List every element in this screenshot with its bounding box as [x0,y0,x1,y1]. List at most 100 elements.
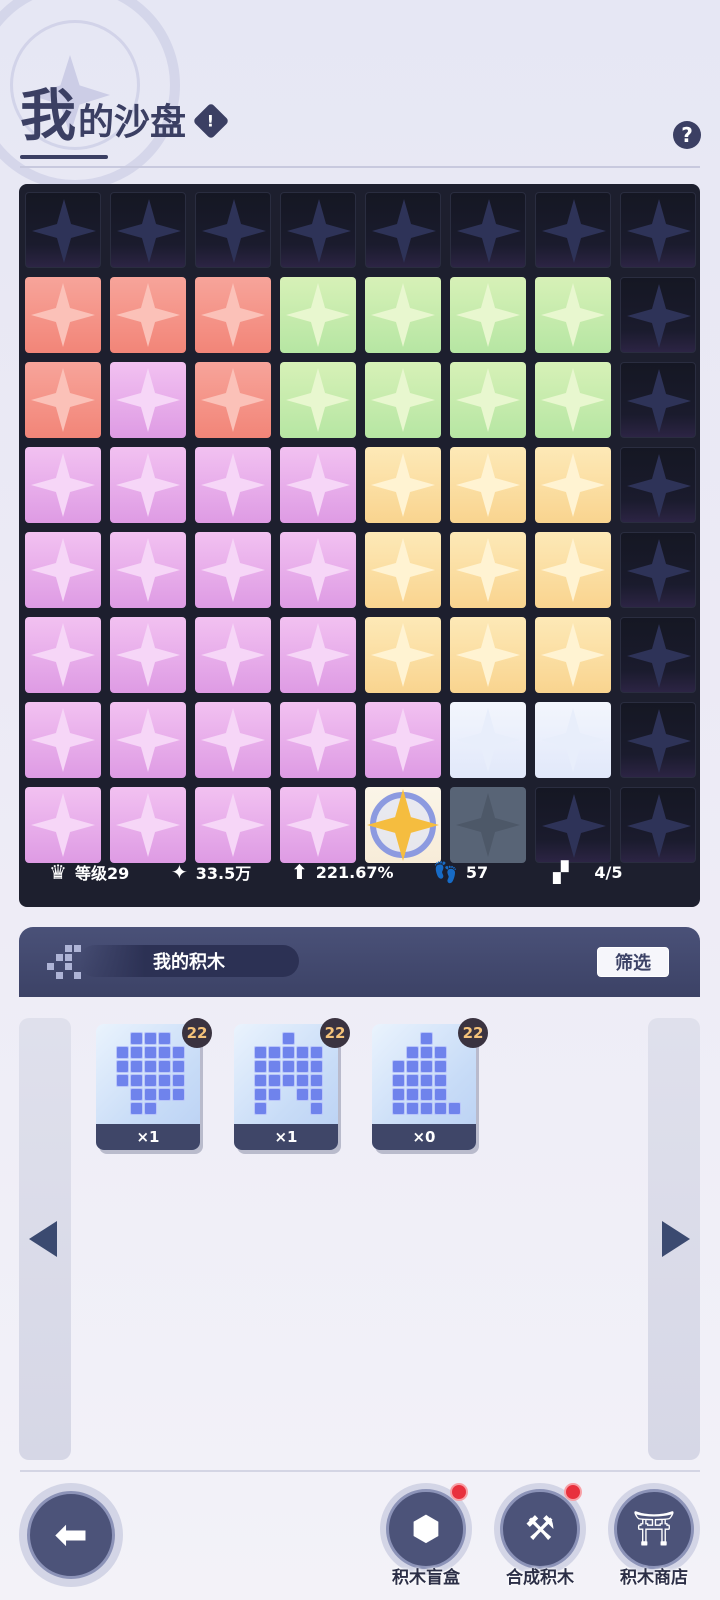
star-icon [456,453,520,517]
board-cell-purple[interactable] [25,617,101,693]
block-piece-cell [310,1046,323,1059]
sandbox-board[interactable]: ♛ 等级29 ✦ 33.5万 ⬆ 221.67% 👣 57 ▞ 4/5 [19,184,700,907]
board-cell-green[interactable] [280,362,356,438]
board-cell-red[interactable] [25,277,101,353]
board-cell-purple[interactable] [280,617,356,693]
block-piece-cell [282,1074,295,1087]
blind-box-button[interactable]: ⬢ 积木盲盒 [380,1483,472,1588]
board-cell-dark[interactable] [620,192,696,268]
board-cell-purple[interactable] [110,702,186,778]
board-cell-yellow[interactable] [535,532,611,608]
board-cell-red[interactable] [195,277,271,353]
board-cell-dark[interactable] [110,192,186,268]
board-cell-dark[interactable] [280,192,356,268]
board-cell-dark[interactable] [535,192,611,268]
star-icon [456,283,520,347]
board-cell-yellow[interactable] [450,447,526,523]
shop-button[interactable]: ⛩ 积木商店 [608,1483,700,1588]
star-icon [117,199,181,263]
board-cell-purple[interactable] [195,532,271,608]
board-cell-green[interactable] [280,277,356,353]
block-piece-cell [434,1060,447,1073]
board-cell-white[interactable] [535,702,611,778]
board-cell-dark[interactable] [620,277,696,353]
board-cell-green[interactable] [535,277,611,353]
board-cell-dark[interactable] [620,702,696,778]
board-cell-purple[interactable] [110,362,186,438]
board-cell-purple[interactable] [25,447,101,523]
board-cell-green[interactable] [365,362,441,438]
scroll-left-button[interactable] [19,1018,71,1460]
board-cell-purple[interactable] [280,532,356,608]
block-piece-cell [434,1088,447,1101]
board-cell-purple[interactable] [280,702,356,778]
block-piece-cell [144,1074,157,1087]
board-cell-purple[interactable] [25,532,101,608]
block-card[interactable]: ×0 22 [372,1018,492,1158]
board-cell-yellow[interactable] [535,447,611,523]
block-piece-cell [406,1060,419,1073]
star-icon [201,368,265,432]
board-cell-purple[interactable] [280,447,356,523]
board-cell-purple[interactable] [195,447,271,523]
cube-icon: ⬢ [386,1489,466,1569]
board-cell-purple[interactable] [25,702,101,778]
back-button[interactable]: ⬅ [19,1483,123,1587]
star-icon [541,538,605,602]
star-icon [201,283,265,347]
board-cell-purple[interactable] [195,617,271,693]
star-icon [456,538,520,602]
board-cell-red[interactable] [195,362,271,438]
block-piece-cell [310,1074,323,1087]
board-cell-yellow[interactable] [365,532,441,608]
board-cell-green[interactable] [535,362,611,438]
board-cell-dark[interactable] [620,362,696,438]
board-cell-green[interactable] [365,277,441,353]
board-cell-white[interactable] [450,702,526,778]
board-cell-purple[interactable] [365,702,441,778]
board-cell-green[interactable] [450,362,526,438]
board-cell-purple[interactable] [195,702,271,778]
board-cell-yellow[interactable] [365,617,441,693]
block-piece-cell [296,1074,309,1087]
block-card[interactable]: ×1 22 [234,1018,354,1158]
board-cell-dark[interactable] [620,617,696,693]
star-icon [286,623,350,687]
board-cell-purple[interactable] [110,532,186,608]
tab-my-blocks[interactable]: 我的积木 [79,945,299,977]
board-cell-purple[interactable] [110,447,186,523]
star-icon [31,453,95,517]
help-icon[interactable]: ? [673,121,701,149]
star-icon [371,623,435,687]
stat-blocks: ▞ 4/5 [553,852,623,892]
board-cell-yellow[interactable] [450,617,526,693]
block-piece-cell [144,1046,157,1059]
board-cell-dark[interactable] [620,447,696,523]
board-cell-dark[interactable] [25,192,101,268]
star-icon [456,793,520,857]
star-icon [367,789,439,861]
board-cell-green[interactable] [450,277,526,353]
star-icon [541,623,605,687]
block-card[interactable]: ×1 22 [96,1018,216,1158]
board-cell-yellow[interactable] [535,617,611,693]
board-cell-red[interactable] [25,362,101,438]
scroll-right-button[interactable] [648,1018,700,1460]
board-cell-yellow[interactable] [365,447,441,523]
star-icon [116,283,180,347]
synthesize-button[interactable]: ⚒ 合成积木 [494,1483,586,1588]
board-cell-dark[interactable] [450,192,526,268]
star-icon [286,793,350,857]
filter-button[interactable]: 筛选 [597,947,669,977]
block-size-badge: 22 [182,1018,212,1048]
block-piece-cell [130,1074,143,1087]
board-cell-purple[interactable] [110,617,186,693]
exclamation-diamond-icon[interactable]: ! [192,102,230,140]
board-cell-dark[interactable] [365,192,441,268]
board-cell-red[interactable] [110,277,186,353]
board-cell-dark[interactable] [620,532,696,608]
board-cell-dark[interactable] [195,192,271,268]
stat-level-value: 等级29 [74,864,130,883]
board-cell-yellow[interactable] [450,532,526,608]
block-card-face: ×0 [372,1024,476,1150]
